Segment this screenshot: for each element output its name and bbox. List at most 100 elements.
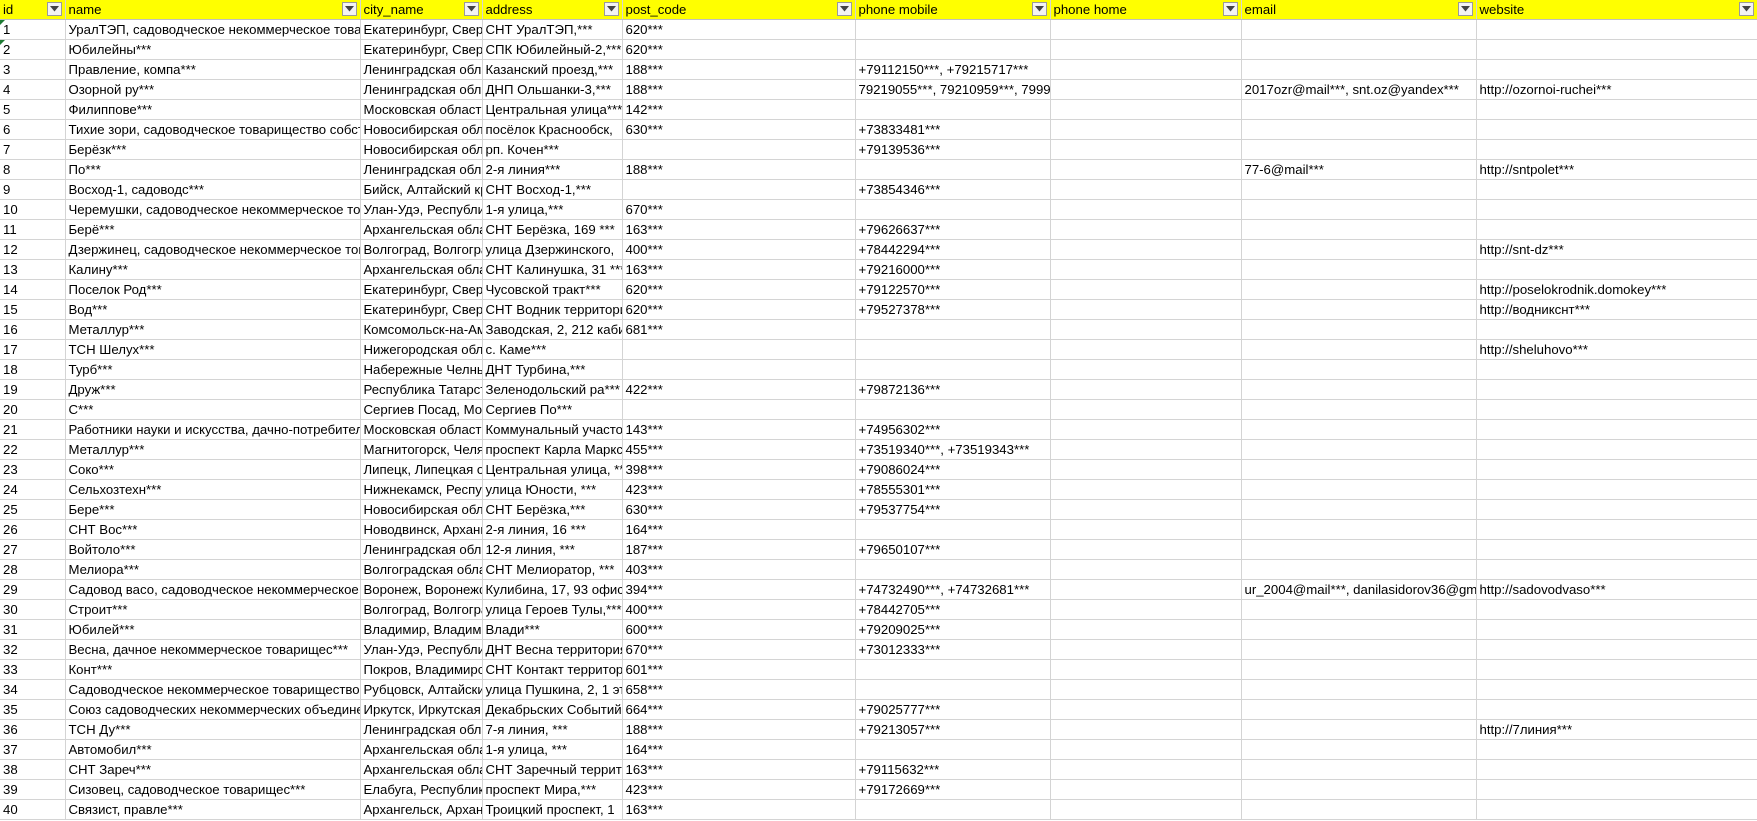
table-cell[interactable]: 1-я улица,*** xyxy=(482,199,623,220)
table-cell[interactable] xyxy=(855,399,1051,420)
table-cell[interactable]: +73012333*** xyxy=(855,639,1051,660)
table-cell[interactable] xyxy=(1476,519,1757,540)
table-cell[interactable] xyxy=(1476,739,1757,760)
table-cell[interactable]: Влади*** xyxy=(482,619,623,640)
table-cell[interactable]: Центральная улица*** xyxy=(482,99,623,120)
table-cell[interactable]: +78555301*** xyxy=(855,479,1051,500)
table-cell[interactable]: 620*** xyxy=(622,39,856,60)
table-cell[interactable] xyxy=(1050,259,1242,280)
table-cell[interactable] xyxy=(1241,679,1477,700)
column-header[interactable]: name xyxy=(65,0,361,20)
table-cell[interactable] xyxy=(855,39,1051,60)
table-cell[interactable] xyxy=(1241,559,1477,580)
table-cell[interactable]: Иркутск, Иркутская xyxy=(360,699,483,720)
table-cell[interactable]: +79527378*** xyxy=(855,299,1051,320)
filter-dropdown-icon[interactable] xyxy=(836,2,852,16)
table-cell[interactable]: +79122570*** xyxy=(855,279,1051,300)
table-cell[interactable] xyxy=(1476,179,1757,200)
table-cell[interactable]: 17 xyxy=(0,339,66,360)
table-cell[interactable]: 188*** xyxy=(622,59,856,80)
table-cell[interactable]: ТСН Ду*** xyxy=(65,719,361,740)
table-cell[interactable] xyxy=(1241,299,1477,320)
table-cell[interactable] xyxy=(1241,319,1477,340)
table-cell[interactable] xyxy=(855,19,1051,40)
table-cell[interactable]: СНТ Восход-1,*** xyxy=(482,179,623,200)
table-cell[interactable] xyxy=(855,679,1051,700)
table-cell[interactable]: 11 xyxy=(0,219,66,240)
table-cell[interactable] xyxy=(1050,599,1242,620)
table-cell[interactable]: ur_2004@mail***, danilasidorov36@gmail xyxy=(1241,579,1477,600)
table-cell[interactable] xyxy=(855,199,1051,220)
table-cell[interactable]: 403*** xyxy=(622,559,856,580)
table-cell[interactable]: Воронеж, Воронежская xyxy=(360,579,483,600)
table-cell[interactable] xyxy=(1476,59,1757,80)
table-cell[interactable] xyxy=(1050,159,1242,180)
table-cell[interactable]: 1 xyxy=(0,19,66,40)
table-cell[interactable]: 9 xyxy=(0,179,66,200)
table-cell[interactable]: Сергиев По*** xyxy=(482,399,623,420)
table-cell[interactable]: Екатеринбург, Свердловская xyxy=(360,19,483,40)
table-cell[interactable]: Владимир, Владимирская xyxy=(360,619,483,640)
column-header[interactable]: post_code xyxy=(622,0,856,20)
table-cell[interactable]: Казанский проезд,*** xyxy=(482,59,623,80)
table-cell[interactable]: Берё*** xyxy=(65,219,361,240)
table-cell[interactable] xyxy=(1476,219,1757,240)
table-cell[interactable]: Архангельская область xyxy=(360,759,483,780)
table-cell[interactable]: Новосибирская область xyxy=(360,139,483,160)
table-cell[interactable]: Войтоло*** xyxy=(65,539,361,560)
table-cell[interactable] xyxy=(1241,659,1477,680)
table-cell[interactable]: +73833481*** xyxy=(855,119,1051,140)
table-cell[interactable]: 12 xyxy=(0,239,66,260)
table-cell[interactable] xyxy=(1241,239,1477,260)
table-cell[interactable]: http://7линия*** xyxy=(1476,719,1757,740)
table-cell[interactable]: 2-я линия*** xyxy=(482,159,623,180)
table-cell[interactable] xyxy=(1476,119,1757,140)
table-cell[interactable] xyxy=(1241,519,1477,540)
table-cell[interactable] xyxy=(1476,319,1757,340)
table-cell[interactable] xyxy=(1241,419,1477,440)
table-cell[interactable] xyxy=(1050,399,1242,420)
table-cell[interactable] xyxy=(1050,419,1242,440)
table-cell[interactable] xyxy=(1050,759,1242,780)
table-cell[interactable]: Ленинградская область xyxy=(360,539,483,560)
table-cell[interactable] xyxy=(1050,59,1242,80)
table-cell[interactable]: СНТ Вос*** xyxy=(65,519,361,540)
table-cell[interactable]: 620*** xyxy=(622,19,856,40)
table-cell[interactable] xyxy=(1476,39,1757,60)
table-cell[interactable]: +79025777*** xyxy=(855,699,1051,720)
table-cell[interactable] xyxy=(1050,779,1242,800)
table-cell[interactable]: посёлок Краснообск, xyxy=(482,119,623,140)
table-cell[interactable]: Зеленодольский ра*** xyxy=(482,379,623,400)
table-cell[interactable]: Волгоградская область xyxy=(360,559,483,580)
table-cell[interactable] xyxy=(1476,799,1757,820)
table-cell[interactable]: рп. Кочен*** xyxy=(482,139,623,160)
table-cell[interactable]: Волгоград, Волгоградская xyxy=(360,599,483,620)
table-cell[interactable]: 394*** xyxy=(622,579,856,600)
table-cell[interactable]: +79112150***, +79215717*** xyxy=(855,59,1051,80)
table-cell[interactable]: ДНТ Весна территория xyxy=(482,639,623,660)
table-cell[interactable]: Ленинградская область xyxy=(360,59,483,80)
table-cell[interactable] xyxy=(1241,379,1477,400)
table-cell[interactable] xyxy=(1241,259,1477,280)
table-cell[interactable] xyxy=(855,519,1051,540)
table-cell[interactable]: 398*** xyxy=(622,459,856,480)
table-cell[interactable] xyxy=(1241,59,1477,80)
table-cell[interactable]: Республика Татарстан xyxy=(360,379,483,400)
table-cell[interactable] xyxy=(1050,219,1242,240)
table-cell[interactable] xyxy=(1050,659,1242,680)
table-cell[interactable] xyxy=(1476,459,1757,480)
table-cell[interactable]: Липецк, Липецкая область xyxy=(360,459,483,480)
table-cell[interactable]: 188*** xyxy=(622,719,856,740)
table-cell[interactable]: Троицкий проспект, 1 xyxy=(482,799,623,820)
table-cell[interactable]: 29 xyxy=(0,579,66,600)
table-cell[interactable] xyxy=(1050,239,1242,260)
table-cell[interactable]: Озорной ру*** xyxy=(65,79,361,100)
table-cell[interactable] xyxy=(1241,179,1477,200)
table-cell[interactable]: Ленинградская область xyxy=(360,159,483,180)
table-cell[interactable]: СНТ Калинушка, 31 *** xyxy=(482,259,623,280)
table-cell[interactable]: Бере*** xyxy=(65,499,361,520)
table-cell[interactable]: СНТ Заречный территория xyxy=(482,759,623,780)
table-cell[interactable] xyxy=(622,179,856,200)
table-cell[interactable]: 423*** xyxy=(622,479,856,500)
table-cell[interactable]: 34 xyxy=(0,679,66,700)
